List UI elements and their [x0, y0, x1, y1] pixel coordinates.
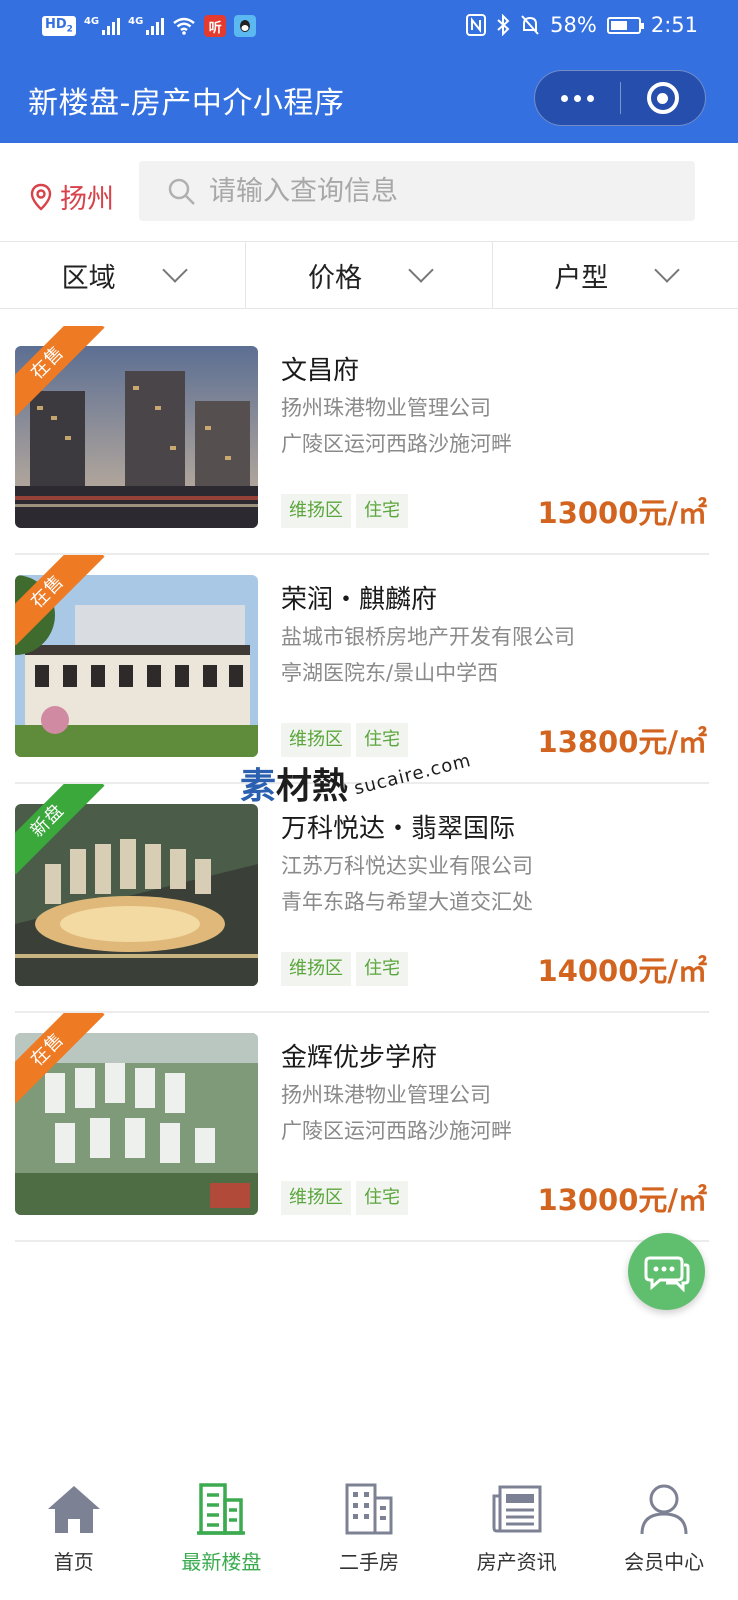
tab-new-listings[interactable]: 最新楼盘: [148, 1466, 296, 1600]
filter-region[interactable]: 区域: [0, 242, 247, 308]
listing-price: 14000元/㎡: [537, 954, 707, 988]
status-badge: 在售: [15, 1013, 105, 1103]
search-input[interactable]: [209, 161, 679, 221]
filter-label: 区域: [61, 262, 116, 294]
signal-icon: 4G: [83, 16, 121, 35]
qq-icon: [234, 15, 257, 37]
hd-label: HD: [45, 17, 67, 33]
listing-address: 青年东路与希望大道交汇处: [281, 890, 533, 914]
filter-label: 户型: [554, 262, 609, 294]
signal-label-2: 4G: [128, 16, 144, 27]
nfc-icon: [466, 14, 487, 36]
app-root: HD2 4G 4G 听 58% 2:51 新楼盘-房产中介小程序 扬州 请输入查…: [0, 0, 738, 1600]
district-tag: 维扬区: [281, 1181, 351, 1215]
listing-name: 金辉优步学府: [281, 1043, 438, 1073]
more-button[interactable]: [535, 94, 620, 102]
battery-percent: 58%: [550, 13, 597, 37]
search-icon: [168, 178, 195, 205]
district-tag: 维扬区: [281, 723, 351, 757]
target-icon: [646, 82, 679, 114]
bluetooth-icon: [497, 14, 510, 36]
filter-price[interactable]: 价格: [246, 242, 493, 308]
district-tag: 维扬区: [281, 494, 351, 528]
hd-sub: 2: [66, 24, 73, 35]
battery-icon: [606, 16, 644, 34]
search-bar: 扬州: [0, 143, 738, 241]
listing-company: 盐城市银桥房地产开发有限公司: [281, 625, 575, 649]
signal-icon-2: 4G: [128, 16, 165, 35]
tab-bar: 首页 最新楼盘 二手房 房产资讯 会员中心: [0, 1466, 738, 1600]
app-notification-icon: 听: [204, 15, 227, 37]
city-selector[interactable]: 扬州: [30, 177, 114, 216]
tab-label: 会员中心: [624, 1550, 705, 1574]
hd-icon: HD2: [42, 16, 76, 36]
listing-company: 江苏万科悦达实业有限公司: [281, 854, 533, 878]
filter-layout[interactable]: 户型: [493, 242, 738, 308]
listing-card[interactable]: 在售 文昌府 扬州珠港物业管理公司 广陵区运河西路沙施河畔 维扬区 住宅 130…: [15, 326, 709, 555]
listing-price: 13000元/㎡: [537, 496, 707, 530]
listing-card[interactable]: 新盘 万科悦达・翡翠国际 江苏万科悦达实业有限公司 青年东路与希望大道交汇处 维…: [15, 784, 709, 1013]
miniprogram-capsule: [534, 70, 706, 126]
listing-card[interactable]: 在售 金辉优步学府 扬州珠港物业管理公司 广陵区运河西路沙施河畔 维扬区 住宅 …: [15, 1013, 709, 1242]
status-ribbon: 在售: [15, 555, 105, 645]
filter-bar: 区域 价格 户型: [0, 241, 738, 309]
status-ribbon: 在售: [15, 1013, 105, 1103]
tab-home[interactable]: 首页: [0, 1466, 148, 1600]
listing-address: 广陵区运河西路沙施河畔: [281, 432, 512, 456]
apartment-icon: [345, 1483, 393, 1535]
listing-company: 扬州珠港物业管理公司: [281, 396, 491, 420]
status-badge: 新盘: [15, 784, 105, 874]
watermark-first-char: 素: [240, 766, 277, 807]
listing-company: 扬州珠港物业管理公司: [281, 1083, 491, 1107]
tab-label: 首页: [53, 1550, 94, 1574]
listing-address: 亭湖医院东/景山中学西: [281, 661, 499, 685]
home-icon: [47, 1486, 100, 1533]
chevron-down-icon: [654, 257, 681, 283]
district-tag: 维扬区: [281, 952, 351, 986]
tab-second-hand[interactable]: 二手房: [295, 1466, 443, 1600]
watermark-rest: 材熱: [276, 766, 349, 807]
page-title: 新楼盘-房产中介小程序: [28, 86, 345, 121]
listing-name: 荣润・麒麟府: [281, 585, 438, 615]
location-pin-icon: [30, 183, 52, 211]
listing-name: 万科悦达・翡翠国际: [281, 814, 516, 844]
type-tag: 住宅: [356, 952, 408, 986]
clock: 2:51: [650, 13, 698, 37]
tab-label: 最新楼盘: [181, 1550, 262, 1574]
tab-label: 二手房: [338, 1550, 399, 1574]
chat-button[interactable]: [628, 1233, 705, 1310]
listing-price: 13000元/㎡: [537, 1183, 707, 1217]
newspaper-icon: [492, 1485, 542, 1533]
status-badge: 在售: [15, 555, 105, 645]
search-box[interactable]: [139, 161, 695, 221]
header: HD2 4G 4G 听 58% 2:51 新楼盘-房产中介小程序: [0, 0, 738, 143]
building-icon: [197, 1483, 246, 1535]
tab-label: 房产资讯: [476, 1550, 557, 1574]
chevron-down-icon: [408, 257, 434, 283]
type-tag: 住宅: [356, 494, 408, 528]
filter-label: 价格: [307, 262, 362, 294]
chevron-down-icon: [161, 257, 188, 283]
tab-news[interactable]: 房产资讯: [443, 1466, 591, 1600]
signal-label: 4G: [83, 16, 100, 27]
chat-bubble-icon: [644, 1256, 689, 1292]
type-tag: 住宅: [356, 723, 408, 757]
user-icon: [640, 1484, 688, 1535]
type-tag: 住宅: [356, 1181, 408, 1215]
city-name: 扬州: [60, 184, 114, 215]
listing-address: 广陵区运河西路沙施河畔: [281, 1119, 512, 1143]
wifi-icon: [173, 17, 196, 35]
listing-price: 13800元/㎡: [537, 725, 707, 759]
close-miniprogram-button[interactable]: [621, 82, 706, 114]
mute-bell-icon: [521, 15, 539, 35]
status-ribbon: 新盘: [15, 784, 105, 874]
tab-member[interactable]: 会员中心: [590, 1466, 738, 1600]
status-badge: 在售: [15, 326, 105, 416]
status-bar: HD2 4G 4G 听 58% 2:51: [0, 0, 738, 56]
listing-name: 文昌府: [281, 356, 360, 386]
status-ribbon: 在售: [15, 326, 105, 416]
listing-card[interactable]: 在售 荣润・麒麟府 盐城市银桥房地产开发有限公司 亭湖医院东/景山中学西 维扬区…: [15, 555, 709, 784]
